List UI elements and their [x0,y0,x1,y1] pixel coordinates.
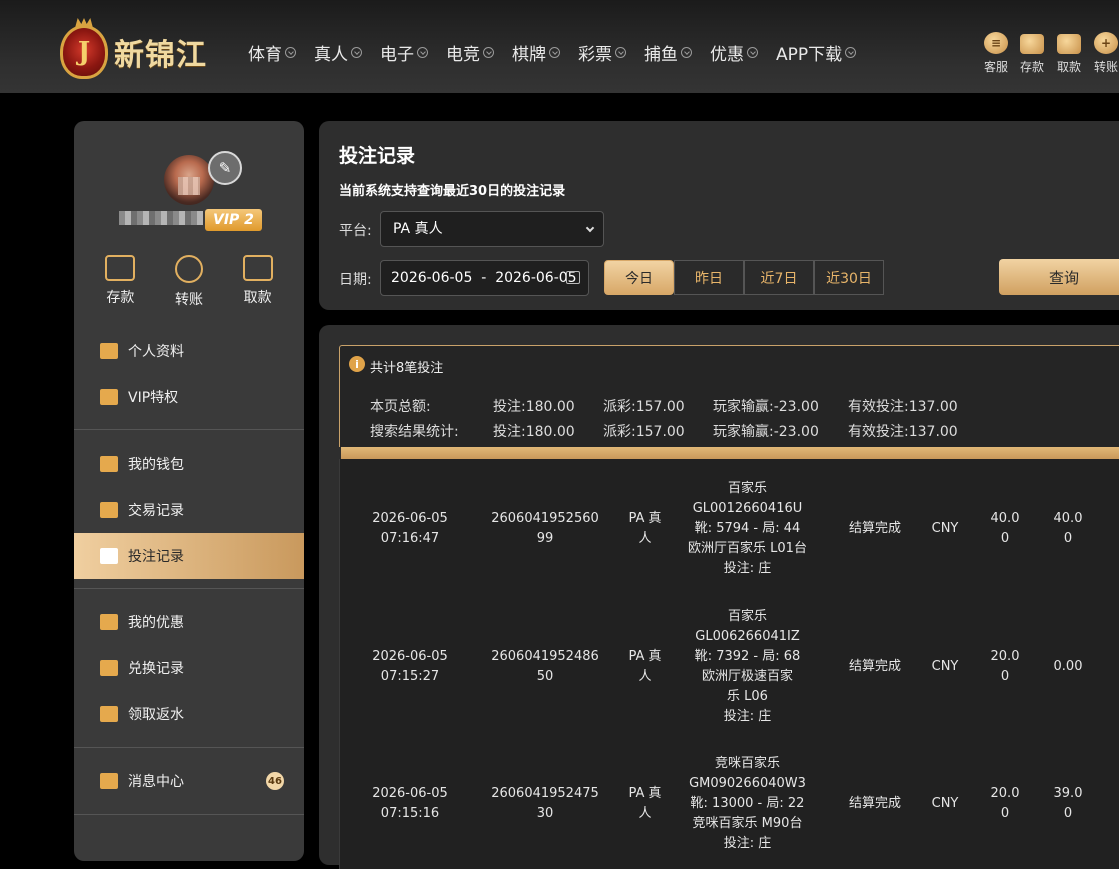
chevron-down-icon [615,47,626,58]
id-card-icon [100,343,118,359]
filter-panel: 投注记录 当前系统支持查询最近30日的投注记录 平台: PA 真人 日期: 20… [319,121,1119,310]
chevron-down-icon [285,47,296,58]
exchange-icon [100,660,118,676]
menu-group-messages: 消息中心 46 [74,758,304,804]
vip-badge: VIP 2 [205,209,262,231]
rebate-icon [100,706,118,722]
range-yesterday-button[interactable]: 昨日 [674,260,744,295]
table-row[interactable]: 2026-06-05 07:15:27 2606041952486 50 PA 真人… [340,599,1119,734]
document-icon [100,502,118,518]
page-title: 投注记录 [339,145,416,167]
chevron-down-icon [681,47,692,58]
vip-card-icon [100,389,118,405]
bet-records-table: 2026-06-05 07:16:47 2606041952560 99 PA 真人… [339,459,1119,869]
date-label: 日期: [339,272,372,288]
sidebar-withdraw-button[interactable]: 取款 [228,255,288,309]
logo-badge-icon: J [60,25,108,79]
nav-lottery[interactable]: 彩票 [578,40,626,65]
range-30days-button[interactable]: 近30日 [814,260,884,295]
sidebar-item-bet-records[interactable]: 投注记录 [74,533,304,579]
divider [74,747,304,748]
divider [74,429,304,430]
query-button[interactable]: 查询 [999,259,1119,295]
menu-group-records: 我的钱包 交易记录 投注记录 [74,441,304,579]
quick-deposit[interactable]: 存款 [1020,32,1044,75]
nav-fishing[interactable]: 捕鱼 [644,40,692,65]
chevron-down-icon [483,47,494,58]
nav-live[interactable]: 真人 [314,40,362,65]
chevron-down-icon [585,223,595,233]
quick-withdraw[interactable]: 取款 [1057,32,1081,75]
wallet-icon [105,255,136,281]
transfer-icon: + [1094,32,1118,54]
sidebar-item-rebate[interactable]: 领取返水 [74,691,304,737]
customer-service-icon: ≡ [984,32,1008,54]
sidebar-item-transactions[interactable]: 交易记录 [74,487,304,533]
table-header-bar [341,447,1119,459]
main-nav: 体育 真人 电子 电竞 棋牌 彩票 捕鱼 优惠 APP下载 [248,40,874,65]
card-icon [242,255,273,281]
withdraw-icon [1057,34,1081,54]
gift-icon [100,614,118,630]
nav-app-download[interactable]: APP下载 [776,40,857,65]
sidebar-item-vip[interactable]: VIP特权 [74,374,304,420]
username-blurred [119,211,203,225]
sidebar-item-wallet[interactable]: 我的钱包 [74,441,304,487]
sidebar-item-messages[interactable]: 消息中心 46 [74,758,304,804]
records-panel: i 共计8笔投注 本页总额: 投注:180.00 派彩:157.00 玩家输赢:… [319,325,1119,869]
sidebar-actions: 存款 转账 取款 [74,255,304,309]
summary-box: i 共计8笔投注 本页总额: 投注:180.00 派彩:157.00 玩家输赢:… [339,345,1119,447]
chevron-down-icon [747,47,758,58]
summary-title: 共计8笔投注 [370,361,444,376]
chevron-down-icon [845,47,857,58]
chevron-down-icon [351,47,362,58]
calendar-icon [566,271,580,284]
chevron-down-icon [549,47,560,58]
sidebar-item-promotions[interactable]: 我的优惠 [74,599,304,645]
table-row[interactable]: 2026-06-05 07:16:47 2606041952560 99 PA 真人… [340,459,1119,599]
page-subtitle: 当前系统支持查询最近30日的投注记录 [339,184,566,199]
edit-profile-icon[interactable]: ✎ [208,151,242,185]
range-7days-button[interactable]: 近7日 [744,260,814,295]
sidebar-transfer-button[interactable]: 转账 [159,255,219,309]
nav-promotions[interactable]: 优惠 [710,40,758,65]
message-count-badge: 46 [266,772,284,790]
account-sidebar: ✎ VIP 2 存款 转账 取款 个人资料 VIP特权 我的钱包 交易记录 投注… [74,121,304,861]
chevron-down-icon [417,47,428,58]
nav-esports[interactable]: 电竞 [446,40,494,65]
menu-group-profile: 个人资料 VIP特权 [74,328,304,420]
nav-sports[interactable]: 体育 [248,40,296,65]
logo-text: 新锦江 [114,38,207,73]
quick-customer-service[interactable]: ≡ 客服 [984,32,1008,75]
transfer-icon [174,255,203,283]
platform-label: 平台: [339,223,372,239]
bet-record-icon [100,548,118,564]
top-header: J 新锦江 体育 真人 电子 电竞 棋牌 彩票 捕鱼 优惠 APP下载 ≡ 客服 … [0,0,1119,93]
nav-slots[interactable]: 电子 [380,40,428,65]
info-icon: i [349,356,365,372]
wallet-icon [1020,34,1044,54]
nav-cards[interactable]: 棋牌 [512,40,560,65]
piggy-bank-icon [100,456,118,472]
sidebar-deposit-button[interactable]: 存款 [90,255,150,309]
range-today-button[interactable]: 今日 [604,260,674,295]
platform-select[interactable]: PA 真人 [380,211,604,247]
divider [74,588,304,589]
divider [74,814,304,815]
site-logo[interactable]: J 新锦江 [60,24,207,80]
sidebar-item-redeem[interactable]: 兑换记录 [74,645,304,691]
bell-icon [100,773,118,789]
avatar[interactable] [164,155,214,205]
sidebar-item-profile[interactable]: 个人资料 [74,328,304,374]
menu-group-bonus: 我的优惠 兑换记录 领取返水 [74,599,304,737]
quick-transfer[interactable]: + 转账 [1094,32,1118,75]
date-range-input[interactable]: 2026-06-05 - 2026-06-05 [380,260,589,296]
